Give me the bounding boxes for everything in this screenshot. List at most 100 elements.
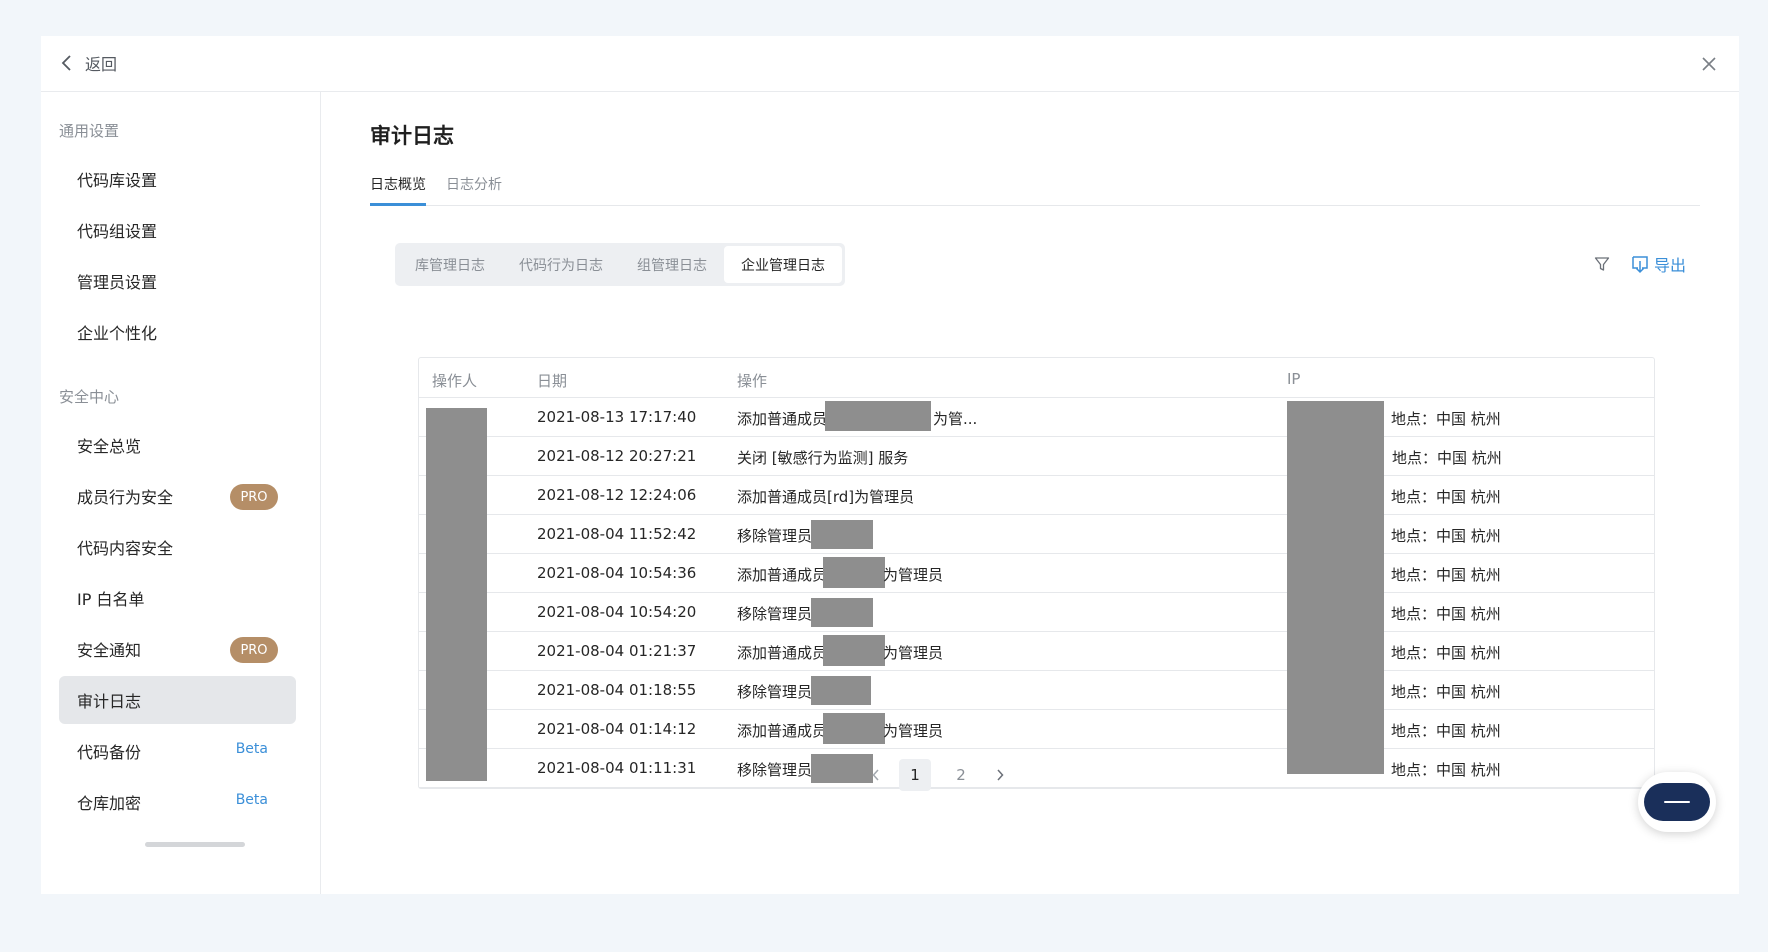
redaction-bar	[145, 842, 245, 847]
operation-cell: 添加普通成员	[737, 410, 828, 428]
operation-suffix: 为管理员	[883, 644, 944, 662]
date-cell: 2021-08-13 17:17:40	[537, 408, 697, 426]
date-cell: 2021-08-04 01:11:31	[537, 759, 697, 777]
tab-log-analysis[interactable]: 日志分析	[446, 174, 502, 206]
segment-group-log[interactable]: 组管理日志	[620, 246, 724, 283]
chevron-left-icon[interactable]	[860, 759, 892, 791]
operation-cell: 添加普通成员	[737, 644, 828, 662]
minimize-icon	[1644, 783, 1710, 821]
operation-suffix: 为管理员	[883, 722, 944, 740]
sidebar-item-group-settings[interactable]: 代码组设置	[59, 206, 296, 254]
redacted-name	[811, 598, 873, 627]
operation-suffix: 为管理员	[883, 566, 944, 584]
sidebar-item-label: 安全通知	[77, 641, 142, 660]
sidebar-item-code-content[interactable]: 代码内容安全	[59, 523, 296, 571]
chevron-right-icon[interactable]	[984, 759, 1016, 791]
operation-cell: 关闭 [敏感行为监测] 服务	[737, 449, 909, 467]
tab-bar: 日志概览 日志分析	[370, 170, 1700, 206]
location-cell: 地点：中国 杭州	[1391, 488, 1501, 506]
filter-icon[interactable]	[1590, 252, 1614, 276]
beta-badge: Beta	[235, 741, 268, 757]
location-cell: 地点：中国 杭州	[1391, 722, 1501, 740]
sidebar-item-security-notify[interactable]: 安全通知 PRO	[59, 625, 296, 673]
sidebar-item-label: 审计日志	[77, 692, 142, 711]
toolbar: 导出	[1590, 252, 1686, 276]
pagination: 1 2	[860, 759, 1016, 791]
sidebar-item-label: 代码备份	[77, 743, 142, 762]
column-header-ip: IP	[1287, 370, 1301, 388]
top-bar: 返回	[41, 36, 1739, 92]
pro-badge: PRO	[230, 637, 278, 663]
date-cell: 2021-08-04 10:54:36	[537, 564, 697, 582]
table-row: 2021-08-12 20:27:21 关闭 [敏感行为监测] 服务 地点：中国…	[419, 437, 1654, 476]
sidebar-item-repo-settings[interactable]: 代码库设置	[59, 155, 296, 203]
date-cell: 2021-08-04 10:54:20	[537, 603, 697, 621]
sidebar-item-label: 成员行为安全	[77, 488, 174, 507]
operation-cell: 移除管理员	[737, 683, 813, 701]
log-type-segmented-control: 库管理日志 代码行为日志 组管理日志 企业管理日志	[395, 243, 845, 286]
sidebar-item-security-overview[interactable]: 安全总览	[59, 421, 296, 469]
sidebar-item-audit-log[interactable]: 审计日志	[59, 676, 296, 724]
page-1[interactable]: 1	[899, 759, 931, 791]
beta-badge: Beta	[235, 792, 268, 808]
operation-cell: 移除管理员	[737, 761, 813, 779]
operation-suffix: 为管...	[933, 410, 978, 428]
audit-log-table: 操作人 日期 操作 IP 2021-08-13 17:17:40 添加普通成员 …	[418, 357, 1655, 789]
page-2[interactable]: 2	[945, 759, 977, 791]
sidebar-item-personalization[interactable]: 企业个性化	[59, 308, 296, 356]
operation-cell: 移除管理员	[737, 527, 813, 545]
sidebar-item-label: 仓库加密	[77, 794, 142, 813]
table-row: 2021-08-04 01:14:12 添加普通成员 为管理员 地点：中国 杭州	[419, 710, 1654, 749]
location-cell: 地点：中国 杭州	[1392, 449, 1502, 467]
column-header-operator: 操作人	[432, 372, 478, 390]
export-icon	[1632, 256, 1648, 274]
redacted-name	[811, 520, 873, 549]
floating-help-button[interactable]	[1638, 772, 1716, 832]
location-cell: 地点：中国 杭州	[1391, 566, 1501, 584]
table-row: 2021-08-04 01:11:31 移除管理员 地点：中国 杭州	[419, 749, 1654, 788]
location-cell: 地点：中国 杭州	[1391, 683, 1501, 701]
date-cell: 2021-08-04 01:18:55	[537, 681, 697, 699]
table-row: 2021-08-04 10:54:36 添加普通成员 为管理员 地点：中国 杭州	[419, 554, 1654, 593]
export-button[interactable]: 导出	[1630, 252, 1686, 276]
column-header-operation: 操作	[737, 372, 768, 390]
sidebar-item-admin-settings[interactable]: 管理员设置	[59, 257, 296, 305]
export-label: 导出	[1653, 256, 1686, 275]
page-title: 审计日志	[370, 124, 454, 148]
sidebar-item-code-backup[interactable]: 代码备份 Beta	[59, 727, 296, 775]
date-cell: 2021-08-04 11:52:42	[537, 525, 697, 543]
segment-enterprise-log[interactable]: 企业管理日志	[724, 246, 842, 283]
sidebar-item-label: 代码内容安全	[77, 539, 174, 558]
date-cell: 2021-08-04 01:21:37	[537, 642, 697, 660]
redacted-name	[823, 713, 885, 744]
pro-badge: PRO	[230, 484, 278, 510]
operation-cell: 添加普通成员[rd]为管理员	[737, 488, 915, 506]
chevron-left-icon	[53, 49, 81, 77]
column-header-date: 日期	[537, 372, 568, 390]
sidebar: 通用设置 代码库设置 代码组设置 管理员设置 企业个性化 安全中心 安全总览 成…	[41, 92, 321, 894]
sidebar-item-label: 安全总览	[77, 437, 142, 456]
back-button[interactable]: 返回	[53, 49, 117, 77]
date-cell: 2021-08-12 20:27:21	[537, 447, 697, 465]
table-row: 2021-08-13 17:17:40 添加普通成员 为管... 地点：中国 杭…	[419, 398, 1654, 437]
close-icon[interactable]	[1695, 50, 1723, 78]
sidebar-item-repo-encryption[interactable]: 仓库加密 Beta	[59, 778, 296, 826]
section-title-security: 安全中心	[59, 388, 120, 406]
sidebar-item-ip-whitelist[interactable]: IP 白名单	[59, 574, 296, 622]
tab-log-overview[interactable]: 日志概览	[370, 174, 426, 206]
operation-cell: 添加普通成员	[737, 566, 828, 584]
sidebar-item-member-behavior[interactable]: 成员行为安全 PRO	[59, 472, 296, 520]
date-cell: 2021-08-04 01:14:12	[537, 720, 697, 738]
table-row: 2021-08-04 01:21:37 添加普通成员 为管理员 地点：中国 杭州	[419, 632, 1654, 671]
location-cell: 地点：中国 杭州	[1391, 410, 1501, 428]
back-label: 返回	[85, 55, 118, 74]
date-cell: 2021-08-12 12:24:06	[537, 486, 697, 504]
section-title-general: 通用设置	[59, 122, 120, 140]
segment-code-behavior-log[interactable]: 代码行为日志	[502, 246, 620, 283]
table-row: 2021-08-04 10:54:20 移除管理员 地点：中国 杭州	[419, 593, 1654, 632]
redacted-name	[823, 557, 885, 588]
main-content: 审计日志 日志概览 日志分析 库管理日志 代码行为日志 组管理日志 企业管理日志…	[322, 92, 1739, 894]
location-cell: 地点：中国 杭州	[1391, 761, 1501, 779]
redacted-name	[823, 635, 885, 666]
segment-repo-log[interactable]: 库管理日志	[398, 246, 502, 283]
